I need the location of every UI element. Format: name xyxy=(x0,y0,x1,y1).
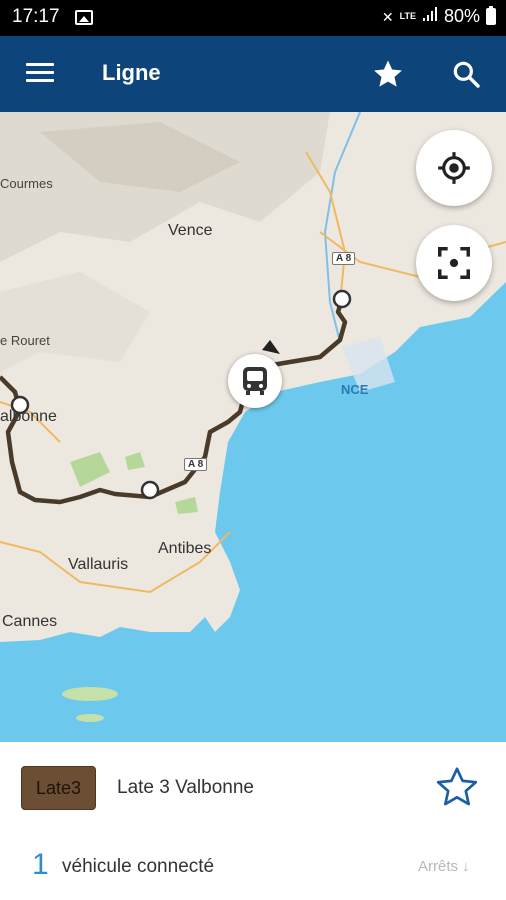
signal-icon xyxy=(422,6,438,27)
map-label-courmes: Courmes xyxy=(0,176,53,191)
vehicle-count: 1 xyxy=(32,848,49,881)
fit-route-button[interactable] xyxy=(416,225,492,301)
locate-icon xyxy=(438,152,470,184)
line-code-badge: Late3 xyxy=(21,766,96,810)
search-icon[interactable] xyxy=(450,58,482,90)
map-view[interactable]: Courmes Vence e Rouret albonne Vallauris… xyxy=(0,112,506,742)
map-base xyxy=(0,112,506,742)
map-label-airport: NCE xyxy=(341,382,369,397)
map-label-antibes: Antibes xyxy=(158,540,212,557)
gallery-icon xyxy=(75,10,93,25)
status-icons: ✕ LTE 80% xyxy=(382,6,496,27)
star-icon[interactable] xyxy=(371,57,405,91)
bus-icon xyxy=(243,367,267,395)
status-bar: 17:17 ✕ LTE 80% xyxy=(0,0,506,36)
map-label-valbonne: albonne xyxy=(0,408,57,425)
favorite-star-icon[interactable] xyxy=(432,764,482,810)
locate-button[interactable] xyxy=(416,130,492,206)
mute-icon: ✕ xyxy=(381,8,394,25)
map-label-rouret: e Rouret xyxy=(0,333,50,348)
app-bar: Ligne xyxy=(0,36,506,112)
map-label-vence: Vence xyxy=(168,222,213,239)
status-time: 17:17 xyxy=(12,6,60,27)
battery-percent: 80% xyxy=(443,6,480,26)
bus-marker[interactable] xyxy=(228,354,282,408)
road-shield-a8-east: A 8 xyxy=(332,252,356,265)
page-title: Ligne xyxy=(102,60,161,85)
line-name: Late 3 Valbonne xyxy=(117,777,254,798)
map-label-cannes: Cannes xyxy=(2,613,58,630)
stops-link[interactable]: Arrêts ↓ xyxy=(418,858,470,875)
fit-bounds-icon xyxy=(438,247,470,279)
line-details-panel: Late3 Late 3 Valbonne 1 véhicule connect… xyxy=(0,742,506,900)
network-type: LTE xyxy=(399,11,416,21)
vehicle-label: véhicule connecté xyxy=(62,856,215,877)
map-label-vallauris: Vallauris xyxy=(68,556,129,573)
road-shield-a8-west: A 8 xyxy=(184,458,208,471)
battery-icon xyxy=(486,6,496,25)
menu-icon[interactable] xyxy=(26,63,54,85)
